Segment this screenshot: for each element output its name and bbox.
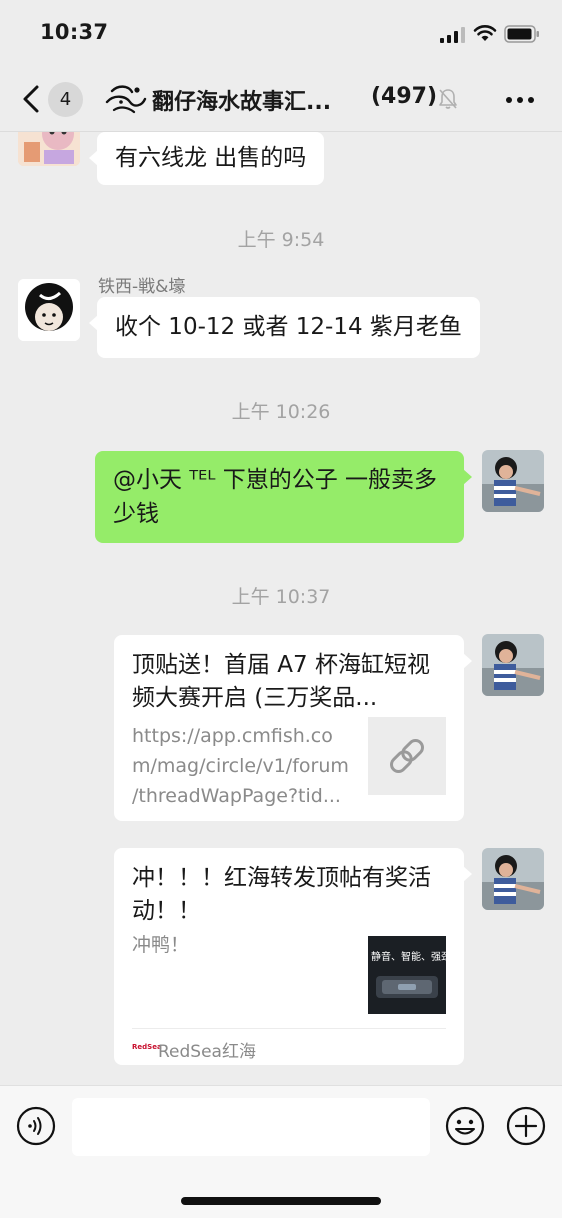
status-time: 10:37 [40, 20, 109, 44]
message-text: 收个 10-12 或者 12-14 紫月老鱼 [115, 314, 462, 340]
sender-avatar[interactable] [18, 279, 80, 341]
link-thumbnail [368, 717, 446, 795]
chat-messages-area[interactable]: 有六线龙 出售的吗 上午 9:54 铁西-戦&壕 收个 10-12 或者 12-… [0, 132, 562, 1085]
emoji-icon[interactable] [445, 1106, 485, 1146]
timestamp: 上午 9:54 [237, 229, 325, 251]
message-bubble[interactable]: 收个 10-12 或者 12-14 紫月老鱼 [89, 297, 480, 358]
message-bubble[interactable]: 有六线龙 出售的吗 [88, 132, 325, 185]
self-avatar[interactable] [482, 634, 544, 696]
timestamp: 上午 10:37 [231, 586, 331, 608]
source-name: RedSea红海 [158, 1042, 256, 1062]
link-card-title: 冲！！！红海转发顶帖有奖活动！！ [132, 865, 431, 924]
link-card-title: 顶贴送！首届 A7 杯海缸短视频大赛开启 (三万奖品... [132, 652, 430, 711]
voice-input-icon[interactable] [16, 1106, 56, 1146]
battery-icon [504, 25, 539, 43]
link-card[interactable]: 冲！！！红海转发顶帖有奖活动！！ 冲鸭！ 静音、智能、强劲 RedSea Red… [114, 848, 472, 1065]
link-card[interactable]: 顶贴送！首届 A7 杯海缸短视频大赛开启 (三万奖品... https://ap… [114, 635, 472, 821]
group-logo-icon [105, 85, 147, 114]
wifi-icon [473, 25, 497, 41]
status-bar: 10:37 [0, 0, 562, 66]
cellular-signal-icon [440, 27, 465, 43]
child-photo-avatar-icon [482, 634, 544, 696]
child-photo-avatar-icon [482, 450, 544, 512]
member-count: (497) [371, 84, 438, 109]
cartoon-avatar-icon [18, 132, 80, 166]
back-chevron-icon[interactable] [20, 84, 42, 114]
meme-avatar-icon [18, 279, 80, 341]
unread-count-badge[interactable]: 4 [48, 82, 83, 117]
nav-bar: 4 翻仔海水故事汇... (497) [0, 66, 562, 132]
sender-avatar[interactable] [18, 132, 80, 166]
card-divider [132, 1028, 446, 1029]
message-text: 有六线龙 出售的吗 [115, 145, 307, 171]
message-text: @小天 ᵀᴱᴸ 下崽的公子 一般卖多少钱 [113, 467, 437, 527]
link-card-url: https://app.cmfish.co m/mag/circle/v1/fo… [132, 725, 349, 807]
timestamp: 上午 10:26 [231, 401, 331, 423]
child-photo-avatar-icon [482, 848, 544, 910]
mute-bell-icon [439, 89, 457, 109]
product-image-icon [376, 976, 438, 998]
link-card-description: 冲鸭！ [132, 934, 190, 956]
home-indicator[interactable] [181, 1197, 381, 1205]
sender-name: 铁西-戦&壕 [98, 277, 186, 297]
add-more-icon[interactable] [506, 1106, 546, 1146]
self-avatar[interactable] [482, 450, 544, 512]
message-bubble-self[interactable]: @小天 ᵀᴱᴸ 下崽的公子 一般卖多少钱 [95, 451, 472, 543]
more-options-icon[interactable] [505, 96, 535, 104]
chat-title: 翻仔海水故事汇... [152, 90, 332, 115]
message-input[interactable] [72, 1098, 430, 1156]
link-icon [390, 739, 424, 773]
self-avatar[interactable] [482, 848, 544, 910]
article-thumbnail: 静音、智能、强劲 [368, 936, 446, 1014]
